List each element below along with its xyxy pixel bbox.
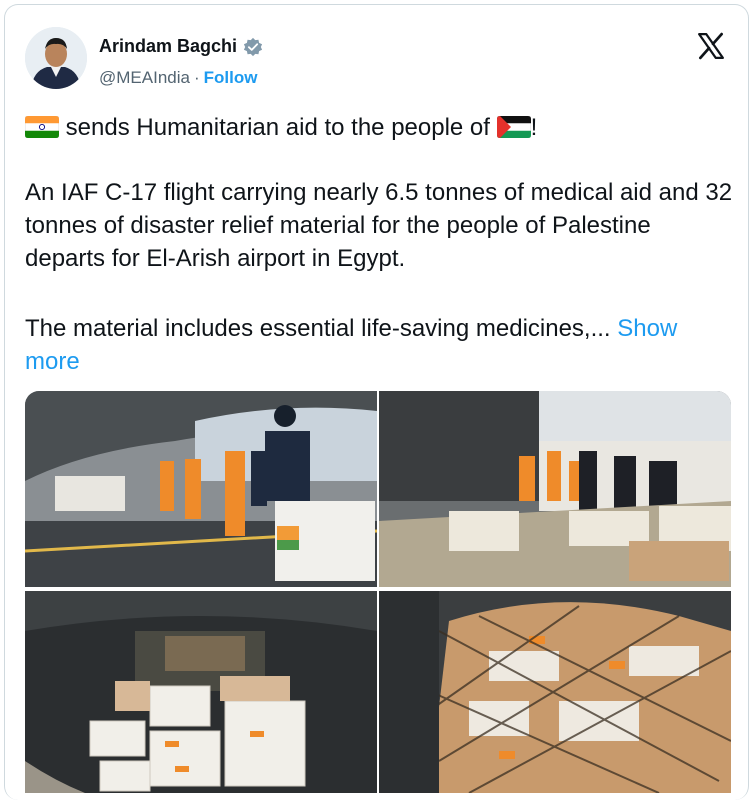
tweet-line-1-text: sends Humanitarian aid to the people of bbox=[65, 114, 490, 141]
author-handle[interactable]: @MEAIndia bbox=[99, 68, 190, 88]
follow-button[interactable]: Follow bbox=[204, 68, 258, 88]
photo-netted-pallet[interactable] bbox=[379, 591, 731, 793]
photo-cargo-hold[interactable] bbox=[25, 591, 377, 793]
tweet-card[interactable]: Arindam Bagchi @MEAIndia · Follow sends … bbox=[4, 4, 749, 800]
handle-separator: · bbox=[193, 68, 200, 87]
tweet-line-1: sends Humanitarian aid to the people of … bbox=[25, 111, 735, 144]
india-flag-icon bbox=[25, 116, 59, 138]
tweet-line-1-suffix: ! bbox=[530, 114, 538, 141]
photo-loading-boxes[interactable] bbox=[25, 391, 377, 587]
avatar[interactable] bbox=[25, 27, 87, 89]
tweet-paragraph-3: The material includes essential life-sav… bbox=[25, 312, 735, 378]
x-logo-icon[interactable] bbox=[696, 31, 726, 61]
photo-cargo-ramp[interactable] bbox=[379, 391, 731, 587]
author-name[interactable]: Arindam Bagchi bbox=[99, 36, 237, 57]
media-grid bbox=[25, 391, 731, 793]
tweet-paragraph-2: An IAF C-17 flight carrying nearly 6.5 t… bbox=[25, 179, 733, 272]
verified-badge-icon bbox=[243, 37, 263, 56]
tweet-paragraph-3-text: The material includes essential life-sav… bbox=[25, 315, 611, 342]
palestine-flag-icon bbox=[496, 116, 531, 138]
